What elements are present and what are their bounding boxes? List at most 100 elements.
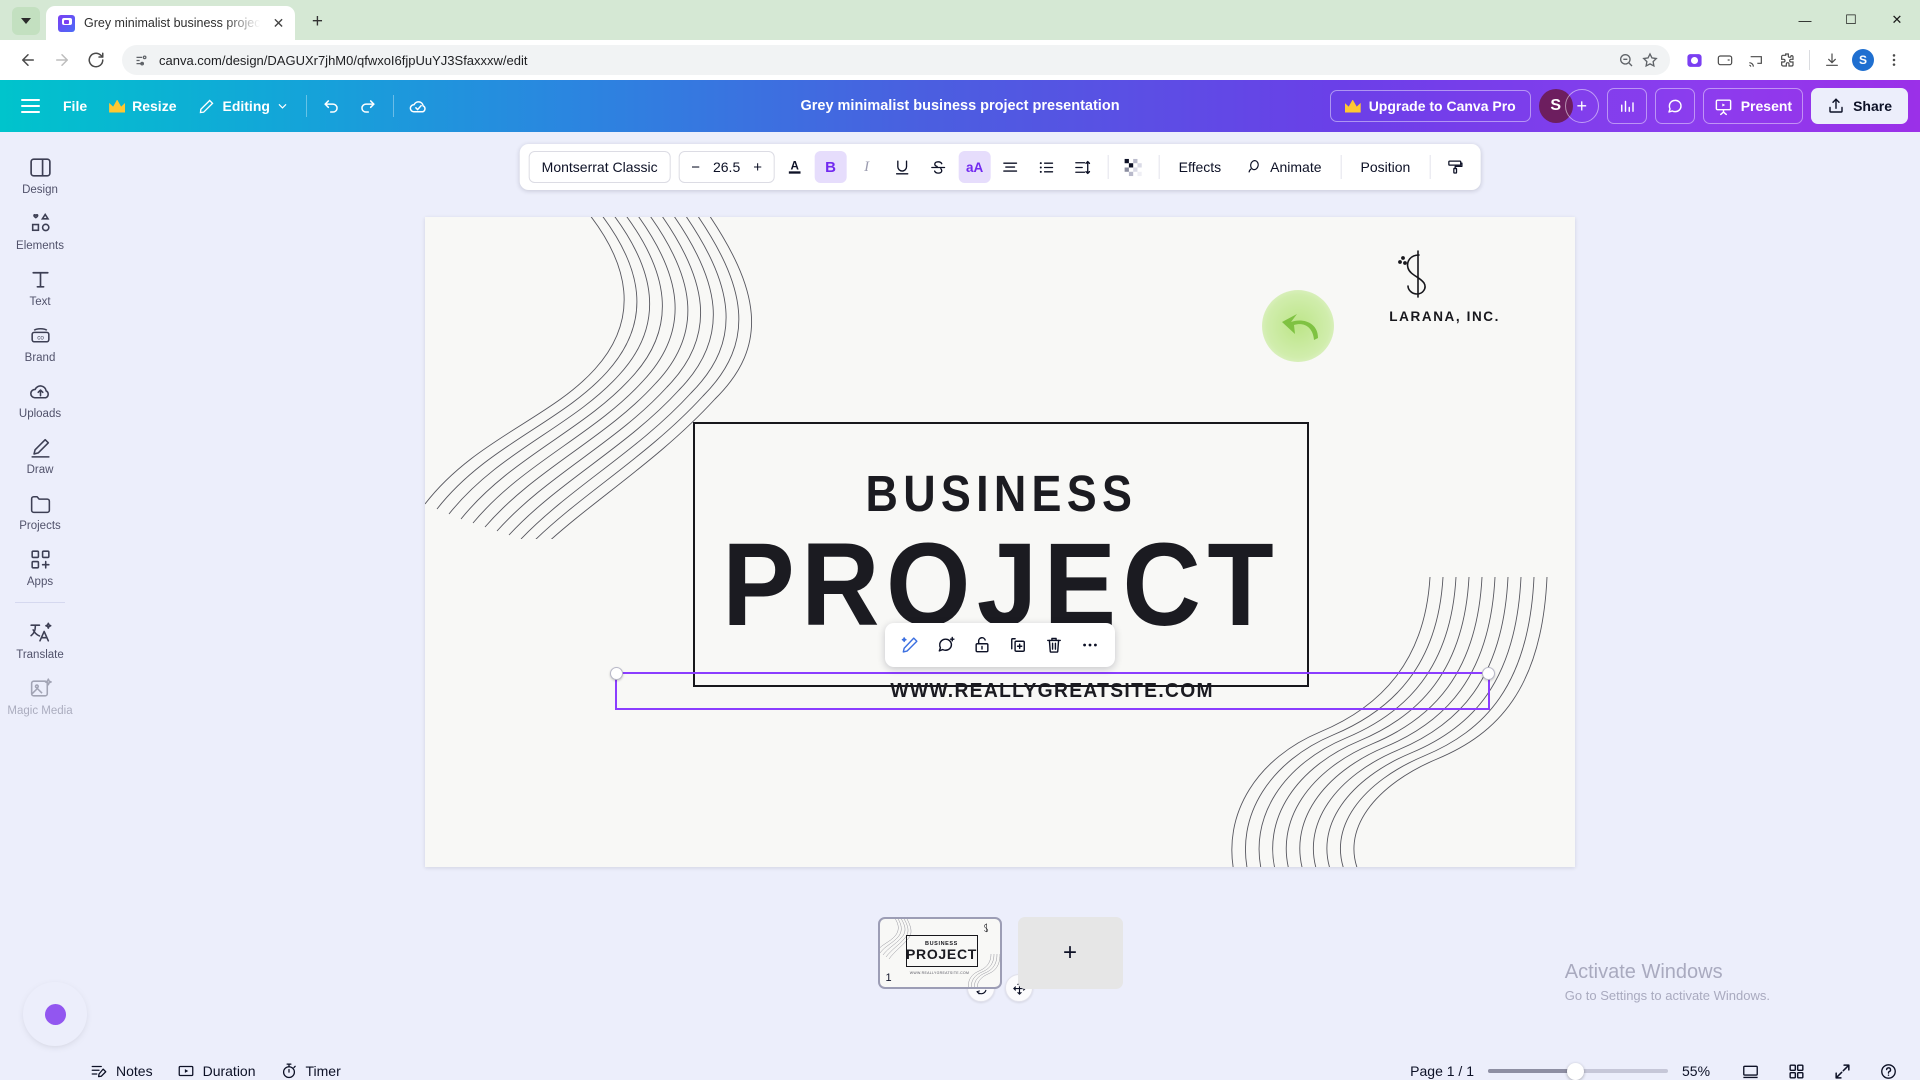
editing-mode-button[interactable]: Editing	[187, 92, 298, 121]
undo-button[interactable]	[314, 88, 350, 124]
new-tab-button[interactable]: +	[303, 8, 331, 36]
help-button[interactable]	[1872, 1055, 1904, 1080]
sidebar-item-uploads[interactable]: Uploads	[4, 370, 76, 426]
duplicate-icon[interactable]	[1002, 629, 1034, 661]
share-button[interactable]: Share	[1811, 88, 1908, 124]
font-size-stepper[interactable]: − 26.5 +	[678, 151, 775, 183]
upgrade-to-pro-button[interactable]: Upgrade to Canva Pro	[1329, 90, 1531, 122]
sidebar-item-label: Translate	[16, 649, 64, 661]
browser-extensions: S	[1680, 46, 1908, 74]
single-page-icon	[1742, 1065, 1758, 1078]
extension-grammarly-icon[interactable]	[1680, 46, 1708, 74]
cloud-saved-button[interactable]	[401, 88, 437, 124]
zoom-in-page-icon[interactable]	[1618, 52, 1634, 68]
comments-button[interactable]	[1654, 88, 1695, 124]
browser-tab[interactable]: Grey minimalist business projec ✕	[46, 6, 296, 40]
notes-button[interactable]: Notes	[78, 1055, 165, 1080]
selected-text-element[interactable]: WWW.REALLYGREATSITE.COM	[610, 667, 1495, 710]
underline-button[interactable]	[887, 151, 919, 183]
lock-icon[interactable]	[966, 629, 998, 661]
sidebar-item-text[interactable]: Text	[4, 258, 76, 314]
maximize-button[interactable]: ☐	[1828, 0, 1874, 40]
browser-address-bar: canva.com/design/DAGUXr7jhM0/qfwxoI6fjpU…	[0, 40, 1920, 80]
extension-cast-icon[interactable]	[1742, 46, 1770, 74]
magic-write-icon[interactable]	[894, 629, 926, 661]
text-align-button[interactable]	[995, 151, 1027, 183]
add-page-button[interactable]: +	[1017, 917, 1123, 989]
bookmark-star-icon[interactable]	[1642, 52, 1658, 68]
back-icon[interactable]	[12, 44, 44, 76]
zoom-slider-thumb[interactable]	[1567, 1062, 1585, 1080]
text-color-button[interactable]: A	[779, 151, 811, 183]
font-size-increase[interactable]: +	[751, 159, 765, 176]
sidebar-item-design[interactable]: Design	[4, 146, 76, 202]
position-button[interactable]: Position	[1351, 151, 1421, 183]
bold-button[interactable]: B	[814, 151, 847, 183]
invite-members-button[interactable]: +	[1564, 89, 1599, 123]
browser-menu-icon[interactable]	[1880, 46, 1908, 74]
sidebar-item-apps[interactable]: Apps	[4, 538, 76, 594]
italic-button[interactable]: I	[851, 151, 883, 183]
copy-style-button[interactable]	[1439, 151, 1471, 183]
bottom-toolbar: Notes Duration Timer Page 1 / 1 55%	[0, 982, 1920, 1080]
thumb-title-frame: BUSINESS PROJECT	[905, 935, 978, 967]
minimize-button[interactable]: —	[1782, 0, 1828, 40]
notes-icon	[91, 1065, 107, 1078]
italic-icon: I	[864, 158, 870, 175]
sidebar-item-elements[interactable]: Elements	[4, 202, 76, 258]
line-spacing-button[interactable]	[1067, 151, 1099, 183]
extension-wallet-icon[interactable]	[1711, 46, 1739, 74]
editing-label: Editing	[222, 98, 270, 114]
transparency-button[interactable]	[1118, 151, 1150, 183]
animate-button[interactable]: Animate	[1235, 151, 1331, 183]
timer-button[interactable]: Timer	[268, 1055, 353, 1080]
zoom-slider[interactable]	[1488, 1062, 1668, 1080]
extension-puzzle-icon[interactable]	[1773, 46, 1801, 74]
url-bar[interactable]: canva.com/design/DAGUXr7jhM0/qfwxoI6fjpU…	[122, 45, 1670, 75]
text-case-button[interactable]: aA	[958, 151, 991, 183]
font-size-decrease[interactable]: −	[689, 159, 703, 176]
slide-canvas[interactable]: LARANA, INC. BUSINESS PROJECT WWW.REALLY…	[425, 217, 1575, 867]
main-menu-button[interactable]	[8, 84, 52, 128]
resize-button[interactable]: Resize	[98, 92, 187, 120]
font-size-input[interactable]: 26.5	[710, 159, 744, 175]
single-page-view-button[interactable]	[1734, 1055, 1766, 1080]
font-family-selector[interactable]: Montserrat Classic	[528, 151, 671, 183]
insights-button[interactable]	[1606, 88, 1647, 124]
present-button[interactable]: Present	[1702, 88, 1804, 124]
strikethrough-button[interactable]	[923, 151, 955, 183]
bar-chart-icon	[1620, 100, 1634, 112]
sidebar-item-projects[interactable]: Projects	[4, 482, 76, 538]
sidebar-item-translate[interactable]: Translate	[4, 611, 76, 667]
resize-handle-left[interactable]	[610, 667, 623, 680]
grid-view-button[interactable]	[1780, 1055, 1812, 1080]
sidebar-item-draw[interactable]: Draw	[4, 426, 76, 482]
redo-button[interactable]	[350, 88, 386, 124]
list-icon	[1040, 161, 1054, 173]
file-menu-button[interactable]: File	[52, 92, 98, 120]
canva-assistant-button[interactable]	[23, 982, 87, 1046]
reload-icon[interactable]	[80, 44, 112, 76]
duration-button[interactable]: Duration	[165, 1055, 268, 1080]
more-icon[interactable]	[1074, 629, 1106, 661]
close-window-button[interactable]: ✕	[1874, 0, 1920, 40]
delete-icon[interactable]	[1038, 629, 1070, 661]
sidebar-item-brand[interactable]: co Brand	[4, 314, 76, 370]
forward-icon	[46, 44, 78, 76]
toolbar-divider	[1107, 155, 1109, 179]
sidebar-item-magic-media[interactable]: Magic Media	[4, 667, 76, 723]
canvas-area: Montserrat Classic − 26.5 + A B I aA Eff…	[80, 132, 1920, 1045]
sidebar-item-label: Magic Media	[7, 705, 73, 717]
comment-icon[interactable]	[930, 629, 962, 661]
slide-logo: LARANA, INC.	[1389, 249, 1500, 324]
fullscreen-button[interactable]	[1826, 1055, 1858, 1080]
resize-handle-right[interactable]	[1482, 667, 1495, 680]
download-icon[interactable]	[1818, 46, 1846, 74]
tab-search-button[interactable]	[12, 7, 40, 35]
close-icon[interactable]: ✕	[269, 14, 287, 32]
effects-button[interactable]: Effects	[1169, 151, 1232, 183]
browser-profile-avatar[interactable]: S	[1849, 46, 1877, 74]
bullet-list-button[interactable]	[1031, 151, 1063, 183]
animate-icon	[1248, 160, 1260, 173]
page-thumbnail[interactable]: BUSINESS PROJECT WWW.REALLYGREATSITE.COM…	[877, 917, 1002, 989]
